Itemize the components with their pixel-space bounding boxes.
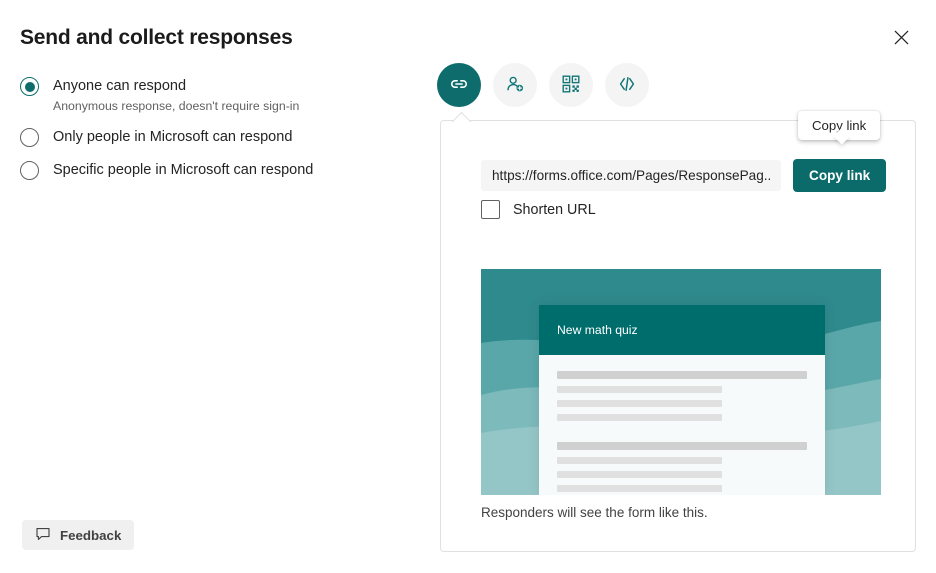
placeholder-spacer — [557, 428, 807, 442]
option-description: Anonymous response, doesn't require sign… — [53, 97, 299, 115]
radio-anyone-can-respond[interactable] — [20, 77, 39, 96]
option-label: Specific people in Microsoft can respond — [53, 160, 313, 180]
feedback-label: Feedback — [60, 528, 121, 543]
copy-link-button[interactable]: Copy link — [793, 159, 886, 192]
comment-icon — [35, 526, 51, 545]
audience-options: Anyone can respond Anonymous response, d… — [20, 76, 400, 191]
placeholder-line — [557, 471, 722, 478]
option-only-people-in-org[interactable]: Only people in Microsoft can respond — [20, 127, 400, 147]
option-label: Only people in Microsoft can respond — [53, 127, 292, 147]
shorten-url-row[interactable]: Shorten URL — [481, 200, 596, 219]
close-icon — [894, 30, 909, 48]
link-icon — [448, 73, 470, 98]
invite-person-icon — [504, 73, 526, 98]
page-title: Send and collect responses — [20, 26, 293, 50]
feedback-button[interactable]: Feedback — [22, 520, 134, 550]
embed-code-icon — [616, 73, 638, 98]
placeholder-line — [557, 400, 722, 407]
form-preview-sheet: New math quiz — [539, 305, 825, 495]
form-preview-header: New math quiz — [539, 305, 825, 355]
tab-share-link[interactable] — [437, 63, 481, 107]
tab-qr-code[interactable] — [549, 63, 593, 107]
placeholder-line — [557, 442, 807, 450]
form-preview-body — [539, 355, 825, 492]
close-button[interactable] — [884, 22, 918, 56]
share-url-row: Copy link — [481, 159, 886, 192]
placeholder-line — [557, 414, 722, 421]
option-anyone-can-respond[interactable]: Anyone can respond Anonymous response, d… — [20, 76, 400, 115]
placeholder-line — [557, 485, 722, 492]
qr-code-icon — [560, 73, 582, 98]
copy-link-tooltip: Copy link — [798, 111, 880, 140]
tab-invite-people[interactable] — [493, 63, 537, 107]
radio-only-people-in-org[interactable] — [20, 128, 39, 147]
placeholder-line — [557, 371, 807, 379]
share-method-tabs — [437, 63, 649, 107]
option-specific-people[interactable]: Specific people in Microsoft can respond — [20, 160, 400, 180]
share-url-input[interactable] — [481, 160, 781, 191]
shorten-url-label: Shorten URL — [513, 202, 596, 218]
placeholder-line — [557, 457, 722, 464]
shorten-url-checkbox[interactable] — [481, 200, 500, 219]
panel-caret — [452, 112, 472, 122]
form-preview-caption: Responders will see the form like this. — [481, 505, 881, 520]
placeholder-line — [557, 386, 722, 393]
option-label: Anyone can respond — [53, 76, 299, 96]
radio-specific-people[interactable] — [20, 161, 39, 180]
form-preview-wrapper: New math quiz Responders will see the fo… — [481, 269, 881, 520]
share-link-panel: Copy link Copy link Shorten URL New math… — [440, 120, 916, 552]
form-preview: New math quiz — [481, 269, 881, 495]
form-preview-title: New math quiz — [557, 323, 638, 337]
tab-embed-code[interactable] — [605, 63, 649, 107]
